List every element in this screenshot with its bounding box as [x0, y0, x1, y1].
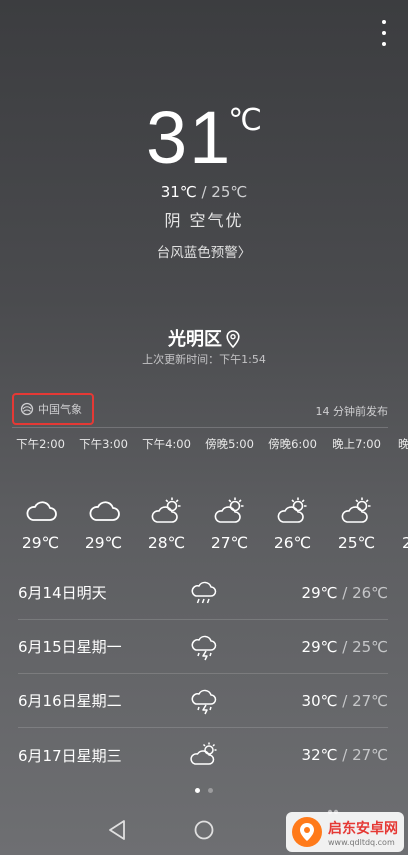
cma-logo-icon	[20, 402, 34, 416]
daily-forecast-row[interactable]: 6月16日星期二 30℃ / 27℃	[18, 674, 388, 728]
thunderstorm-icon	[191, 635, 217, 660]
hour-time: 下午2:00	[16, 437, 65, 451]
home-icon[interactable]	[194, 820, 214, 840]
partly-cloudy-icon	[277, 497, 306, 523]
watermark-title: 启东安卓网	[328, 820, 398, 837]
cloudy-icon	[26, 501, 57, 521]
day-date: 6月14日明天	[18, 584, 107, 602]
partly-cloudy-icon	[190, 742, 217, 765]
hour-temp: 29℃	[84, 534, 123, 552]
hourly-item: 晚 2	[386, 436, 408, 552]
partly-cloudy-icon	[151, 497, 180, 523]
current-temp-unit: ℃	[228, 104, 262, 137]
page-dot	[208, 788, 213, 793]
alert-text: 台风蓝色预警	[156, 245, 238, 261]
back-icon[interactable]	[109, 820, 125, 840]
range-separator: /	[337, 691, 353, 710]
day-high: 32℃	[301, 746, 338, 764]
current-temperature: 31℃	[0, 95, 408, 180]
day-range: 30℃ / 27℃	[302, 692, 388, 710]
cma-label: 中国气象	[38, 403, 82, 416]
hourly-forecast[interactable]: 下午2:00 29℃ 下午3:00 29℃ 下午4:00 28℃ 傍晚5:00 …	[0, 436, 408, 566]
range-separator: /	[337, 746, 353, 764]
hour-time: 傍晚6:00	[268, 437, 317, 451]
day-low: 27℃	[352, 691, 388, 710]
range-separator: /	[196, 183, 212, 201]
hour-temp: 27℃	[210, 534, 249, 552]
day-high: 30℃	[301, 691, 338, 710]
published-time: 14 分钟前发布	[315, 405, 389, 418]
location-pin-icon	[226, 330, 240, 349]
hourly-item: 晚上7:00 25℃	[325, 436, 388, 552]
location-title[interactable]: 光明区	[0, 325, 408, 351]
divider	[12, 427, 388, 428]
daily-forecast-row[interactable]: 6月17日星期三 32℃ / 27℃	[18, 728, 388, 782]
day-high: 29℃	[301, 637, 338, 656]
hourly-item: 下午2:00 29℃	[9, 436, 72, 552]
weather-condition: 阴 空气优	[164, 211, 244, 230]
cloudy-icon	[89, 501, 120, 521]
hourly-item: 下午3:00 29℃	[72, 436, 135, 552]
hourly-item: 傍晚5:00 27℃	[198, 436, 261, 552]
day-range: 29℃ / 25℃	[302, 638, 388, 656]
day-date: 6月17日星期三	[18, 746, 122, 765]
today-high: 31℃	[160, 183, 197, 201]
today-low: 25℃	[211, 183, 248, 201]
daily-forecast-row[interactable]: 6月15日星期一 29℃ / 25℃	[18, 620, 388, 674]
hour-temp: 29℃	[21, 534, 60, 552]
current-temp-value: 31	[145, 96, 233, 179]
hourly-item: 傍晚6:00 26℃	[261, 436, 324, 552]
hourly-item: 下午4:00 28℃	[135, 436, 198, 552]
hour-time: 傍晚5:00	[205, 437, 254, 451]
range-separator: /	[337, 583, 353, 602]
day-range: 32℃ / 27℃	[302, 746, 388, 764]
range-separator: /	[337, 637, 353, 656]
hour-temp: 26℃	[273, 534, 312, 552]
day-low: 26℃	[352, 583, 388, 602]
day-date: 6月15日星期一	[18, 638, 122, 656]
watermark-shield-icon	[292, 817, 322, 847]
page-dot-active	[195, 788, 200, 793]
watermark-logo: 启东安卓网 www.qdltdq.com	[286, 812, 404, 852]
location-name: 光明区	[168, 329, 222, 350]
hour-time: 下午4:00	[142, 437, 191, 451]
watermark-url: www.qdltdq.com	[328, 837, 395, 847]
thunderstorm-icon	[191, 689, 217, 714]
last-updated: 上次更新时间：下午1:54	[142, 353, 266, 366]
chevron-right-icon: 〉	[237, 245, 252, 261]
day-high: 29℃	[301, 583, 338, 602]
typhoon-alert-link[interactable]: 台风蓝色预警〉	[0, 241, 408, 261]
day-range: 29℃ / 26℃	[302, 584, 388, 602]
partly-cloudy-icon	[341, 497, 370, 523]
hour-time: 下午3:00	[79, 437, 128, 451]
day-low: 27℃	[352, 746, 388, 764]
page-indicator	[0, 788, 408, 793]
today-range: 31℃ / 25℃	[0, 183, 408, 201]
hour-time: 晚上7:00	[332, 437, 381, 451]
rain-icon	[191, 581, 217, 603]
cma-source-badge[interactable]: 中国气象	[12, 393, 94, 425]
partly-cloudy-icon	[214, 497, 243, 523]
more-options-icon[interactable]	[376, 20, 392, 46]
hour-time: 晚	[398, 437, 408, 451]
daily-forecast-row[interactable]: 6月14日明天 29℃ / 26℃	[18, 566, 388, 620]
day-low: 25℃	[352, 637, 388, 656]
hour-temp: 25℃	[337, 534, 376, 552]
hour-temp: 28℃	[147, 534, 186, 552]
hour-temp: 2	[402, 534, 408, 552]
day-date: 6月16日星期二	[18, 692, 122, 710]
